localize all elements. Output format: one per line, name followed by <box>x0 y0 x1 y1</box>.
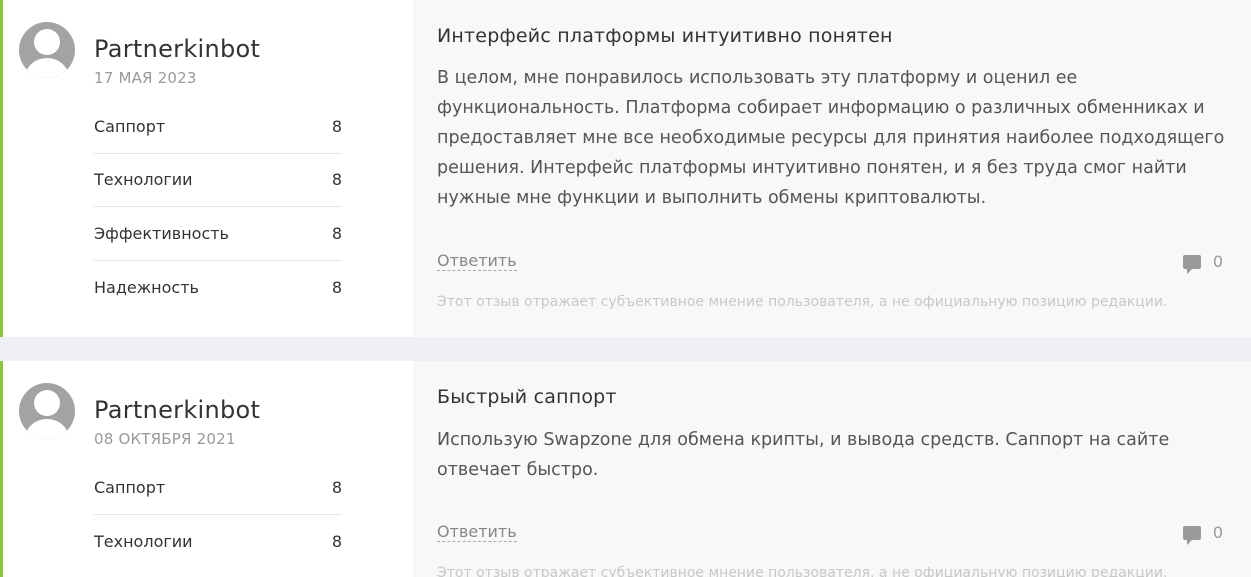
author-name[interactable]: Partnerkinbot <box>94 35 260 63</box>
rating-list: Саппорт 8 Технологии 8 Эффективность 8 Н… <box>94 100 342 314</box>
comments-counter[interactable]: 0 <box>1182 252 1223 274</box>
rating-list: Саппорт 8 Технологии 8 <box>94 461 342 568</box>
comment-count: 0 <box>1212 523 1223 542</box>
review-text: Использую Swapzone для обмена крипты, и … <box>437 430 1170 480</box>
review-author-panel: Partnerkinbot 08 ОКТЯБРЯ 2021 Саппорт 8 … <box>3 361 413 577</box>
review-title: Быстрый саппорт <box>437 386 617 408</box>
rating-label: Технологии <box>94 531 193 551</box>
review-date: 08 ОКТЯБРЯ 2021 <box>94 430 236 448</box>
rating-value: 8 <box>331 170 342 190</box>
comments-counter[interactable]: 0 <box>1182 523 1223 545</box>
review-disclaimer: Этот отзыв отражает субъективное мнение … <box>437 565 1168 577</box>
review-date: 17 МАЯ 2023 <box>94 69 197 87</box>
review-content: Быстрый саппорт Использую Swapzone для о… <box>413 361 1251 577</box>
avatar <box>19 22 75 78</box>
avatar <box>19 383 75 439</box>
rating-row: Саппорт 8 <box>94 100 342 154</box>
rating-label: Технологии <box>94 170 193 190</box>
author-name[interactable]: Partnerkinbot <box>94 396 260 424</box>
review-card: Partnerkinbot 08 ОКТЯБРЯ 2021 Саппорт 8 … <box>0 361 1251 577</box>
comment-icon <box>1182 254 1201 274</box>
rating-row: Технологии 8 <box>94 515 342 569</box>
rating-label: Надежность <box>94 277 199 297</box>
review-author-panel: Partnerkinbot 17 МАЯ 2023 Саппорт 8 Техн… <box>3 0 413 337</box>
reviews-list: Partnerkinbot 17 МАЯ 2023 Саппорт 8 Техн… <box>0 0 1251 577</box>
review-title: Интерфейс платформы интуитивно понятен <box>437 25 893 47</box>
rating-label: Саппорт <box>94 477 166 497</box>
rating-row: Технологии 8 <box>94 154 342 207</box>
review-text: В целом, мне понравилось использовать эт… <box>437 68 1225 208</box>
review-content: Интерфейс платформы интуитивно понятен В… <box>413 0 1251 337</box>
review-card: Partnerkinbot 17 МАЯ 2023 Саппорт 8 Техн… <box>0 0 1251 337</box>
rating-label: Саппорт <box>94 116 166 136</box>
rating-value: 8 <box>331 116 342 136</box>
rating-value: 8 <box>331 477 342 497</box>
reply-link[interactable]: Ответить <box>437 523 517 542</box>
comment-count: 0 <box>1212 252 1223 271</box>
reply-link[interactable]: Ответить <box>437 252 517 271</box>
rating-row: Надежность 8 <box>94 261 342 315</box>
comment-icon <box>1182 525 1201 545</box>
rating-value: 8 <box>331 531 342 551</box>
rating-row: Саппорт 8 <box>94 461 342 515</box>
rating-row: Эффективность 8 <box>94 207 342 261</box>
rating-value: 8 <box>331 277 342 297</box>
rating-label: Эффективность <box>94 223 229 243</box>
review-disclaimer: Этот отзыв отражает субъективное мнение … <box>437 294 1168 310</box>
rating-value: 8 <box>331 223 342 243</box>
